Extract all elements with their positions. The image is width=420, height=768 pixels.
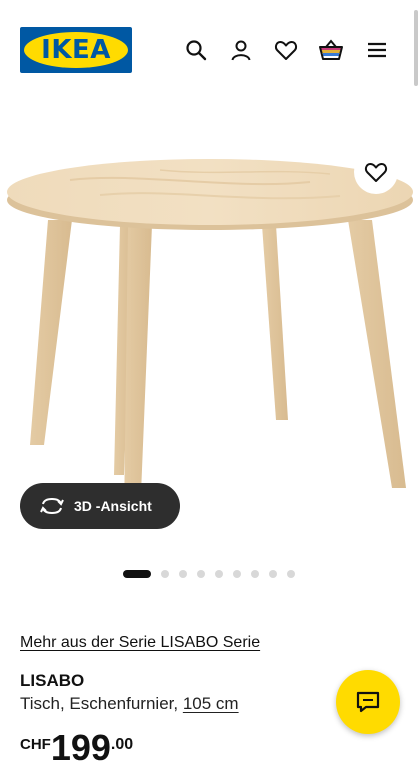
view-3d-label: 3D -Ansicht: [74, 498, 152, 514]
heart-icon[interactable]: [273, 36, 299, 64]
gallery-dot-3[interactable]: [179, 570, 187, 578]
gallery-dot-4[interactable]: [197, 570, 205, 578]
price-integer: 199: [50, 727, 111, 768]
heart-icon: [364, 163, 388, 182]
gallery-pagination: [123, 569, 305, 579]
gallery-dot-5[interactable]: [215, 570, 223, 578]
rotate-3d-icon: [40, 497, 64, 515]
profile-icon[interactable]: [228, 36, 254, 64]
product-description: Tisch, Eschenfurnier, 105 cm: [20, 694, 239, 714]
product-price: CHF199.00: [20, 730, 133, 766]
gallery-dot-7[interactable]: [251, 570, 259, 578]
search-icon[interactable]: [183, 36, 209, 64]
menu-icon[interactable]: [364, 36, 390, 64]
gallery-dot-6[interactable]: [233, 570, 241, 578]
header: IKEA: [0, 0, 420, 100]
favorite-button[interactable]: [354, 150, 398, 194]
series-link[interactable]: Mehr aus der Serie LISABO Serie: [20, 634, 260, 652]
product-name: LISABO: [20, 671, 85, 690]
chat-icon: [356, 691, 380, 713]
product-size-link[interactable]: 105 cm: [183, 694, 239, 713]
gallery-dot-8[interactable]: [269, 570, 277, 578]
price-decimal: .00: [110, 736, 134, 753]
cart-icon[interactable]: [318, 36, 344, 64]
view-3d-button[interactable]: 3D -Ansicht: [20, 483, 180, 529]
gallery-dot-1[interactable]: [123, 570, 151, 578]
product-description-text: Tisch, Eschenfurnier,: [20, 694, 179, 713]
gallery-dot-2[interactable]: [161, 570, 169, 578]
price-currency: CHF: [20, 736, 51, 753]
gallery-dot-9[interactable]: [287, 570, 295, 578]
logo-text: IKEA: [41, 35, 111, 65]
ikea-logo[interactable]: IKEA: [20, 27, 132, 73]
chat-button[interactable]: [336, 670, 400, 734]
scrollbar[interactable]: [414, 10, 418, 86]
